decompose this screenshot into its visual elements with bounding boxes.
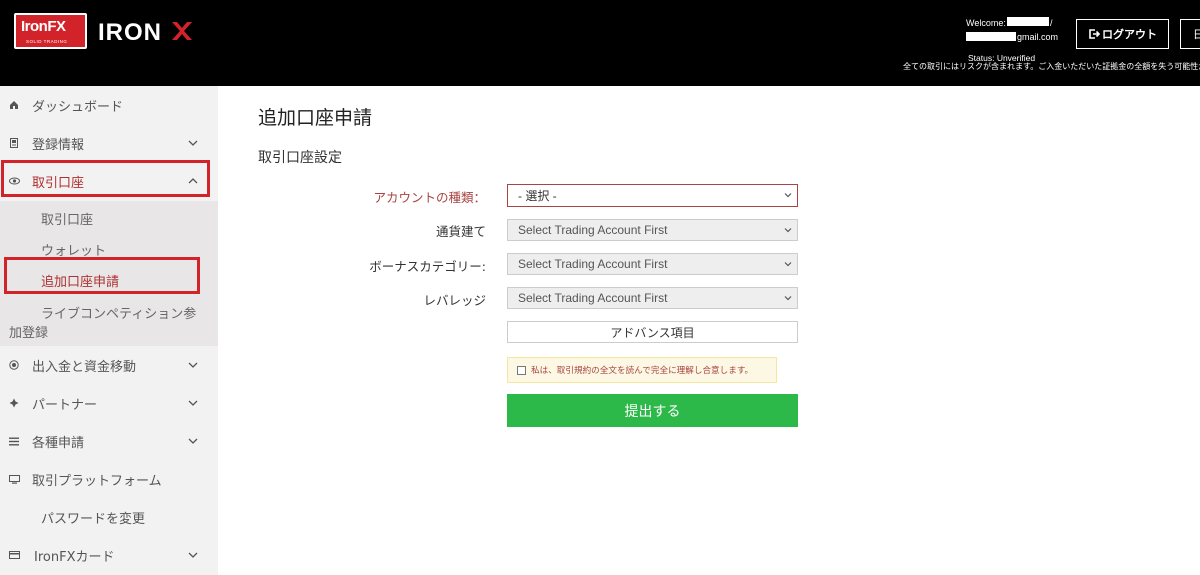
account-type-select[interactable]: - 選択 -: [507, 184, 798, 207]
sidebar-item-label: 出入金と資金移動: [32, 359, 137, 375]
chevron-down-icon: [784, 193, 792, 198]
chevron-down-icon: [784, 262, 792, 267]
sidebar-item-profile[interactable]: 登録情報: [0, 124, 218, 162]
email-domain: gmail.com: [1017, 32, 1059, 42]
account-type-label: アカウントの種類：: [373, 190, 486, 205]
sidebar-item-label: パートナー: [32, 397, 98, 413]
ironfx-logo[interactable]: IronFX SOLID TRADING: [14, 13, 87, 49]
currency-select[interactable]: Select Trading Account First: [507, 219, 798, 241]
chevron-down-icon: [784, 296, 792, 301]
terms-agreement: 私は、取引規約の全文を読んで完全に理解し合意します。: [507, 357, 777, 383]
sidebar-item-label: 登録情報: [32, 137, 85, 153]
chevron-down-icon: [784, 228, 792, 233]
ironx-logo-text: IRON: [98, 19, 162, 46]
ironx-x-icon: [172, 22, 192, 40]
terms-text: 私は、取引規約の全文を読んで完全に理解し合意します。: [531, 366, 754, 376]
leverage-select[interactable]: Select Trading Account First: [507, 287, 798, 309]
chevron-down-icon: [188, 438, 198, 444]
logo-brand-text: IronFX: [21, 18, 66, 35]
sidebar-item-partner[interactable]: パートナー: [0, 384, 218, 422]
submenu-item-live-competition-line2[interactable]: 加登録: [9, 322, 48, 341]
language-label: 日: [1193, 28, 1200, 41]
redacted-username: [1007, 17, 1049, 26]
sidebar-item-label: 取引プラットフォーム: [32, 473, 162, 489]
submenu-item-trading-accounts[interactable]: 取引口座: [41, 209, 93, 228]
currency-value: Select Trading Account First: [518, 223, 668, 237]
home-icon: [8, 99, 20, 111]
highlight-box-additional-account: [4, 257, 200, 294]
currency-label: 通貨建て: [435, 224, 486, 239]
bonus-category-label: ボーナスカテゴリー:: [369, 259, 486, 274]
list-icon: [8, 435, 20, 447]
sidebar-item-change-password[interactable]: パスワードを変更: [0, 498, 218, 536]
sidebar-item-label: IronFXカード: [34, 549, 115, 565]
chevron-down-icon: [188, 140, 198, 146]
partner-icon: [8, 397, 20, 409]
welcome-label: Welcome:: [966, 18, 1006, 28]
id-card-icon: [8, 137, 20, 149]
submit-label: 提出する: [624, 403, 681, 420]
sidebar-item-requests[interactable]: 各種申請: [0, 422, 218, 460]
logo-tagline: SOLID TRADING: [26, 39, 68, 44]
logout-label: ログアウト: [1102, 28, 1157, 41]
logout-icon: [1089, 29, 1100, 39]
sidebar-item-label: ダッシュボード: [32, 99, 124, 115]
risk-notice: 全ての取引にはリスクが含まれます。ご入金いただいた証拠金の全額を失う可能性が: [903, 62, 1200, 71]
highlight-box-trading-accounts: [1, 160, 210, 197]
account-type-value: - 選択 -: [518, 189, 557, 203]
submit-button[interactable]: 提出する: [507, 394, 798, 427]
section-title: 取引口座設定: [258, 150, 342, 166]
advanced-options-button[interactable]: アドバンス項目: [507, 321, 798, 343]
top-header: IronFX SOLID TRADING IRON Welcome: / gma…: [0, 0, 1200, 86]
bonus-category-select[interactable]: Select Trading Account First: [507, 253, 798, 275]
card-icon: [8, 549, 20, 561]
sidebar-item-platforms[interactable]: 取引プラットフォーム: [0, 460, 218, 498]
sidebar: ダッシュボード 登録情報 取引口座 取引口座 ウォレット 追加口座申請 ライブコ…: [0, 86, 218, 575]
advanced-options-label: アドバンス項目: [610, 325, 695, 340]
chevron-down-icon: [188, 552, 198, 558]
sidebar-item-ironfx-card[interactable]: IronFXカード: [0, 536, 218, 574]
sidebar-item-label: 各種申請: [32, 435, 85, 451]
sidebar-item-funds[interactable]: 出入金と資金移動: [0, 346, 218, 384]
page-title: 追加口座申請: [258, 107, 373, 129]
leverage-label: レバレッジ: [423, 293, 486, 308]
redacted-email: [966, 32, 1016, 41]
welcome-slash: /: [1050, 18, 1053, 28]
chevron-down-icon: [188, 362, 198, 368]
desktop-icon: [8, 473, 20, 485]
logout-button[interactable]: ログアウト: [1076, 19, 1169, 49]
submenu-item-live-competition[interactable]: ライブコンペティション参: [41, 303, 196, 322]
sidebar-item-dashboard[interactable]: ダッシュボード: [0, 86, 218, 124]
terms-checkbox[interactable]: [517, 365, 526, 375]
bonus-category-value: Select Trading Account First: [518, 257, 668, 271]
chevron-down-icon: [188, 400, 198, 406]
language-button[interactable]: 日: [1180, 19, 1200, 49]
leverage-value: Select Trading Account First: [518, 291, 668, 305]
transfer-icon: [8, 359, 20, 371]
sidebar-item-label: パスワードを変更: [41, 511, 146, 527]
